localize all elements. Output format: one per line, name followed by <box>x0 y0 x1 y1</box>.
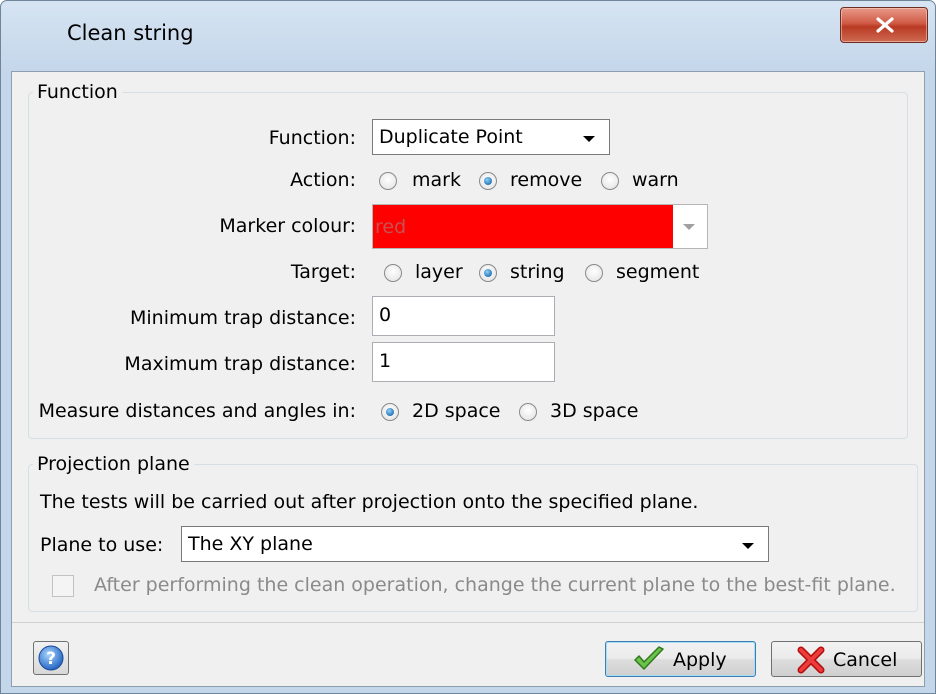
cancel-button[interactable]: Cancel <box>771 641 922 677</box>
dialog-client-area: Function Function: Duplicate Point Actio… <box>11 71 925 687</box>
measure-3d-label[interactable]: 3D space <box>550 400 639 422</box>
action-label: Action: <box>290 169 356 191</box>
action-warn-radio[interactable] <box>601 172 619 190</box>
close-icon <box>876 17 894 33</box>
svg-text:?: ? <box>46 649 56 669</box>
chevron-down-icon <box>583 136 595 142</box>
plane-value: The XY plane <box>188 533 313 555</box>
min-trap-value: 0 <box>379 304 392 326</box>
window-title: Clean string <box>67 21 194 45</box>
target-layer-radio[interactable] <box>384 264 402 282</box>
chevron-down-icon <box>683 224 695 230</box>
max-trap-label: Maximum trap distance: <box>124 353 356 375</box>
marker-colour-label: Marker colour: <box>219 215 356 237</box>
action-warn-label[interactable]: warn <box>632 169 679 191</box>
target-label: Target: <box>290 261 356 283</box>
plane-label: Plane to use: <box>40 534 164 556</box>
target-segment-label[interactable]: segment <box>616 261 699 283</box>
close-button[interactable] <box>840 7 928 43</box>
best-fit-checkbox[interactable] <box>52 575 74 597</box>
marker-colour-value: red <box>375 216 407 238</box>
function-label: Function: <box>268 127 356 149</box>
cancel-label: Cancel <box>833 649 898 671</box>
measure-2d-label[interactable]: 2D space <box>412 400 501 422</box>
action-remove-label[interactable]: remove <box>510 169 582 191</box>
button-bar-divider <box>12 622 924 623</box>
help-icon: ? <box>38 645 64 671</box>
marker-colour-swatch <box>373 205 673 248</box>
function-group-label: Function <box>33 81 122 103</box>
function-dropdown[interactable]: Duplicate Point <box>372 119 610 155</box>
dialog-window: Clean string Function Function: Duplicat… <box>0 0 936 694</box>
action-mark-radio[interactable] <box>379 172 397 190</box>
target-segment-radio[interactable] <box>585 264 603 282</box>
help-button[interactable]: ? <box>33 641 69 675</box>
plane-dropdown[interactable]: The XY plane <box>181 526 769 562</box>
projection-group-label: Projection plane <box>33 453 194 475</box>
red-x-icon <box>797 646 825 674</box>
target-layer-label[interactable]: layer <box>415 261 463 283</box>
title-bar[interactable]: Clean string <box>1 1 935 71</box>
chevron-down-icon <box>742 543 754 549</box>
min-trap-input[interactable]: 0 <box>372 296 555 336</box>
best-fit-label[interactable]: After performing the clean operation, ch… <box>94 574 896 596</box>
function-value: Duplicate Point <box>379 126 523 148</box>
target-string-radio[interactable] <box>479 264 497 282</box>
apply-label: Apply <box>673 649 727 671</box>
action-remove-radio[interactable] <box>479 172 497 190</box>
checkmark-icon <box>634 646 664 670</box>
max-trap-input[interactable]: 1 <box>372 342 555 382</box>
measure-3d-radio[interactable] <box>519 403 537 421</box>
action-mark-label[interactable]: mark <box>412 169 461 191</box>
min-trap-label: Minimum trap distance: <box>129 307 356 329</box>
projection-description: The tests will be carried out after proj… <box>40 491 699 513</box>
measure-label: Measure distances and angles in: <box>38 400 356 422</box>
target-string-label[interactable]: string <box>510 261 565 283</box>
marker-colour-dropdown[interactable]: red <box>372 204 708 249</box>
max-trap-value: 1 <box>379 350 392 372</box>
apply-button[interactable]: Apply <box>605 641 756 677</box>
measure-2d-radio[interactable] <box>381 403 399 421</box>
